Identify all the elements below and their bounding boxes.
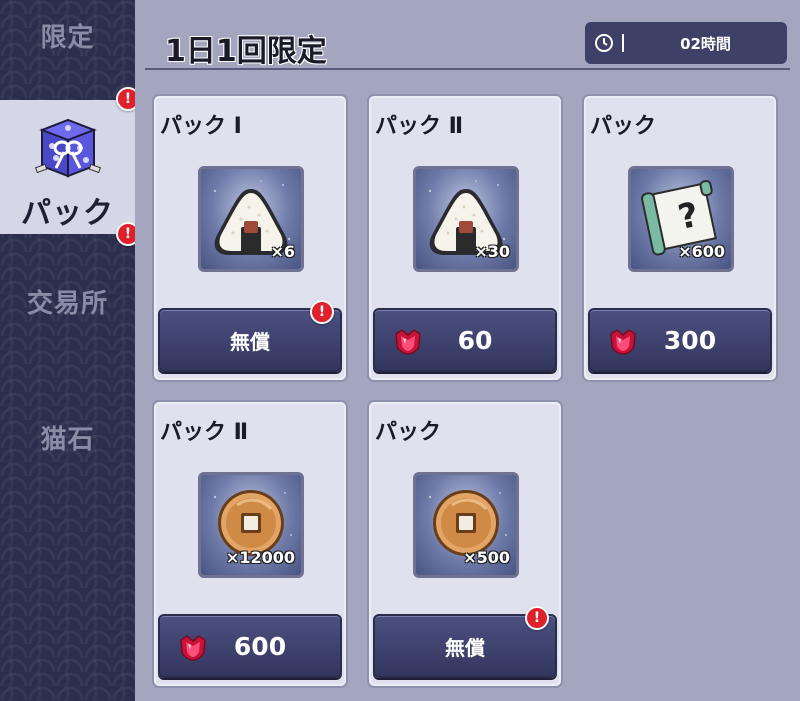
sidebar: 限定 パック 交易所 猫石 bbox=[0, 0, 135, 701]
sidebar-item-exchange[interactable]: 交易所 bbox=[0, 276, 135, 326]
timer-text: 02時間 bbox=[680, 34, 731, 53]
sidebar-item-label: 猫石 bbox=[40, 424, 95, 455]
buy-button[interactable]: 300 bbox=[588, 308, 772, 372]
gift-box-icon bbox=[34, 118, 101, 178]
pack-card: パック ×500 無償 ! bbox=[367, 400, 563, 688]
buy-button[interactable]: 60 bbox=[373, 308, 557, 372]
pack-card: パック Ⅱ ×30 60 bbox=[367, 94, 563, 382]
header-divider bbox=[145, 68, 790, 70]
pack-name: パック Ⅰ bbox=[160, 114, 242, 139]
sidebar-item-label: パック bbox=[21, 196, 114, 231]
pack-name: パック Ⅱ bbox=[375, 114, 464, 139]
timer-badge: 02時間 bbox=[585, 22, 787, 64]
item-slot: ×600 bbox=[628, 166, 734, 272]
gem-icon bbox=[393, 326, 423, 356]
pack-card: パック Ⅱ ×12000 600 bbox=[152, 400, 348, 688]
pack-card: パック Ⅰ ×6 無償 ! bbox=[152, 94, 348, 382]
sidebar-item-label: 限定 bbox=[40, 22, 95, 53]
item-slot: ×30 bbox=[413, 166, 519, 272]
pack-name: パック bbox=[590, 114, 657, 139]
gem-icon bbox=[608, 326, 638, 356]
price-label: 無償 bbox=[230, 329, 270, 354]
alert-badge: ! bbox=[310, 300, 334, 324]
item-slot: ×6 bbox=[198, 166, 304, 272]
item-quantity: ×12000 bbox=[225, 548, 295, 567]
gem-icon bbox=[178, 632, 208, 662]
sidebar-item-label: 交易所 bbox=[26, 288, 108, 319]
item-quantity: ×600 bbox=[678, 242, 725, 261]
item-slot: ×12000 bbox=[198, 472, 304, 578]
alert-badge: ! bbox=[525, 606, 549, 630]
sidebar-item-pack[interactable]: パック bbox=[0, 100, 135, 234]
price-label: 300 bbox=[663, 325, 717, 355]
pack-name: パック Ⅱ bbox=[160, 420, 249, 445]
pack-card: パック ×600 300 bbox=[582, 94, 778, 382]
item-quantity: ×500 bbox=[463, 548, 510, 567]
page-title: 1日1回限定 bbox=[165, 34, 327, 69]
item-slot: ×500 bbox=[413, 472, 519, 578]
item-quantity: ×30 bbox=[474, 242, 510, 261]
price-label: 60 bbox=[457, 325, 493, 355]
price-label: 600 bbox=[233, 631, 287, 661]
price-label: 無償 bbox=[445, 635, 485, 660]
main-panel: 1日1回限定 02時間 パック Ⅰ ×6 無償 ! パック Ⅱ ×30 60 パ… bbox=[135, 0, 800, 701]
buy-button[interactable]: 600 bbox=[158, 614, 342, 678]
item-quantity: ×6 bbox=[270, 242, 295, 261]
sidebar-item-limited[interactable]: 限定 bbox=[0, 12, 135, 58]
clock-icon bbox=[595, 34, 613, 52]
sidebar-item-cat-stone[interactable]: 猫石 bbox=[0, 412, 135, 462]
pack-name: パック bbox=[375, 420, 442, 445]
